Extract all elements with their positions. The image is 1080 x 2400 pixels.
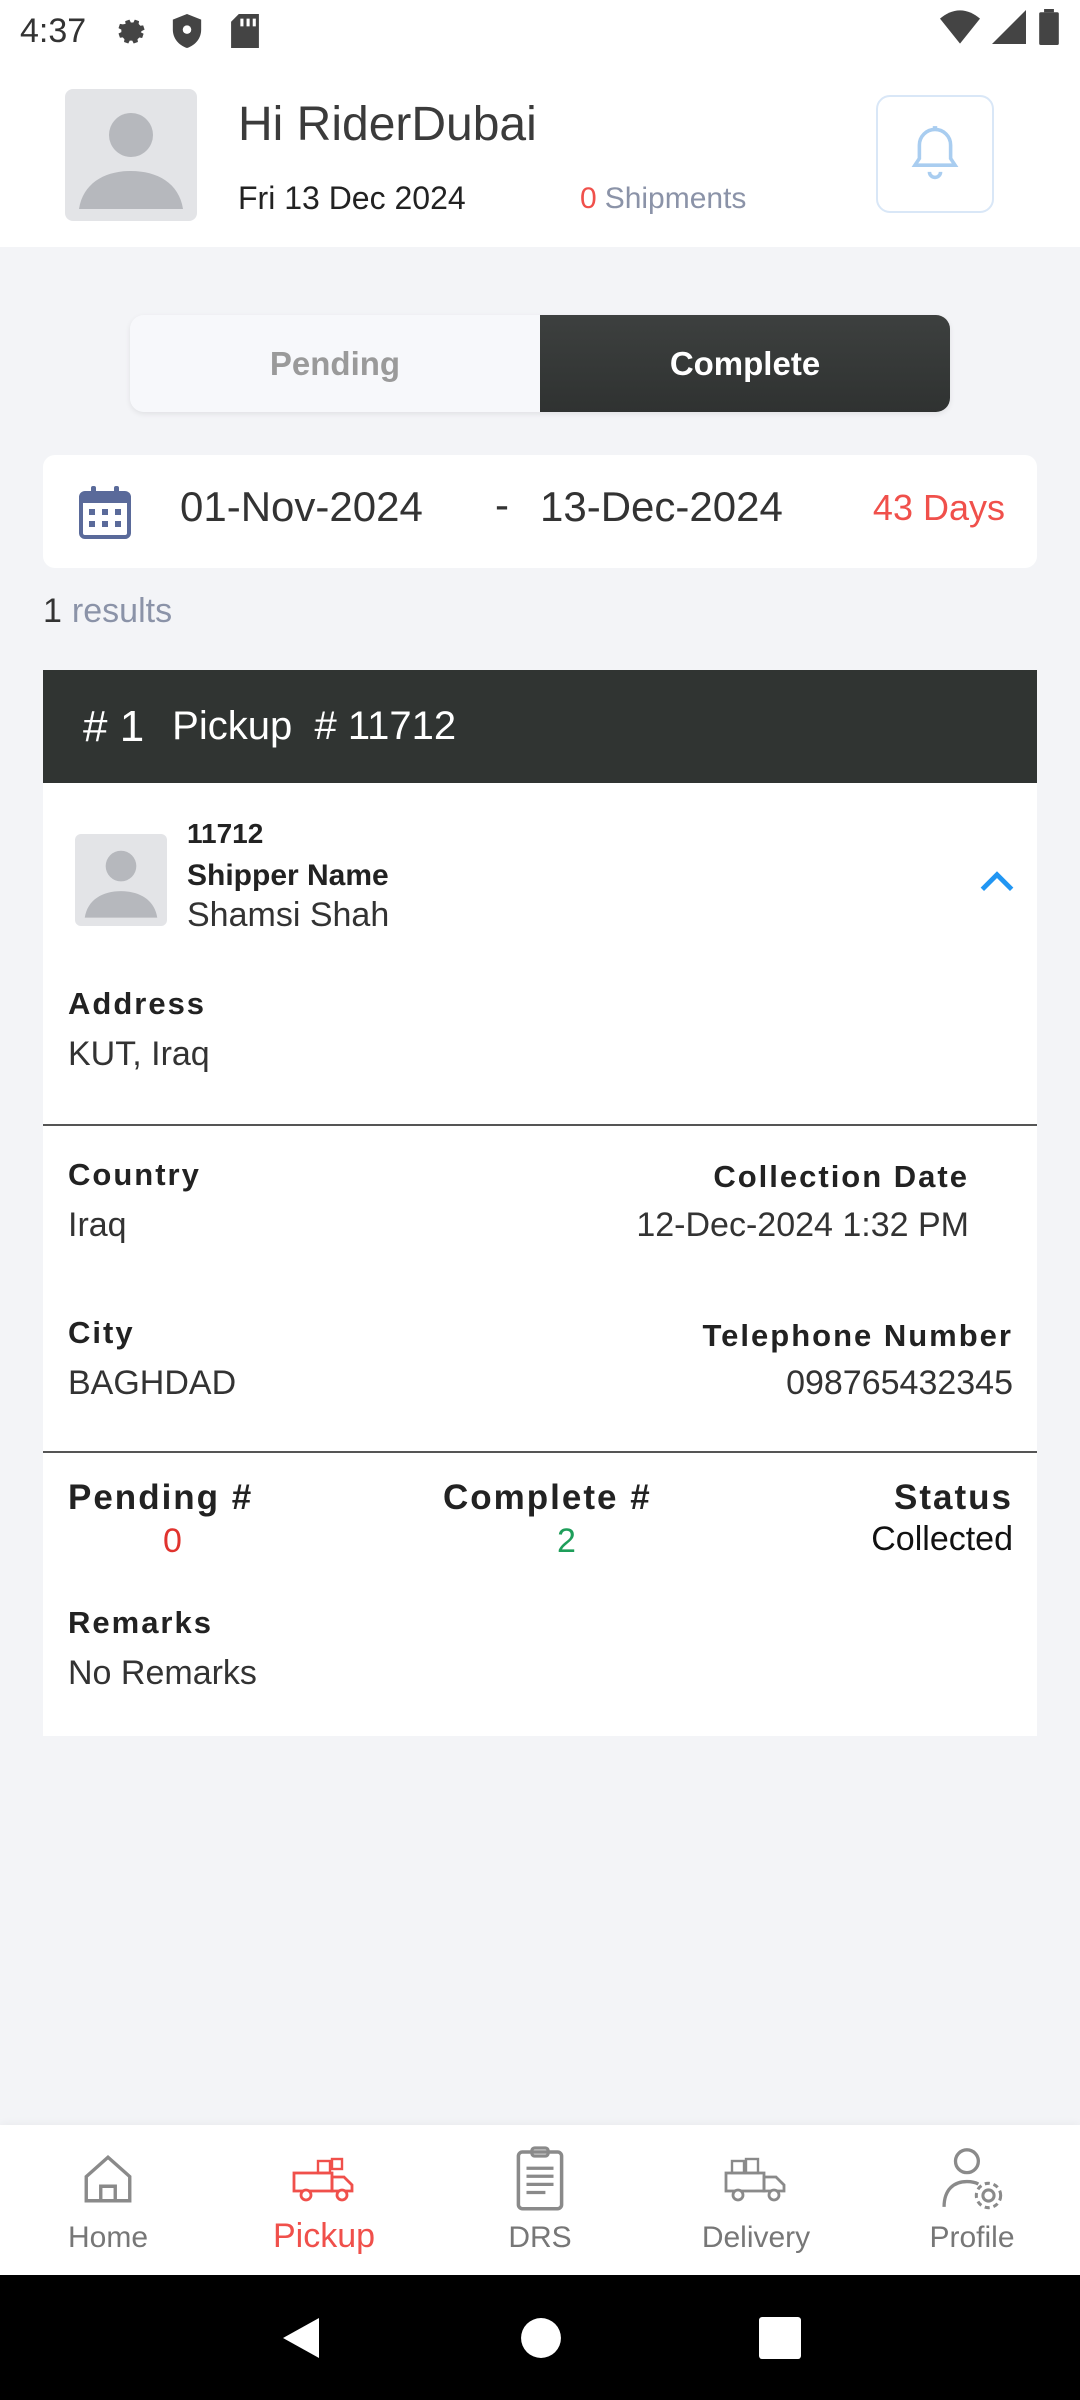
cell-signal-icon bbox=[992, 9, 1026, 53]
wifi-icon bbox=[940, 9, 980, 53]
card-divider bbox=[43, 1124, 1037, 1126]
nav-drs-label: DRS bbox=[508, 2221, 572, 2254]
complete-count-value: 2 bbox=[557, 1522, 576, 1560]
bottom-navigation: Home Pickup DRS Delivery Profile bbox=[0, 2125, 1080, 2275]
range-separator: - bbox=[495, 481, 509, 528]
document-icon bbox=[504, 2143, 576, 2215]
bell-icon bbox=[911, 126, 959, 180]
remarks-label: Remarks bbox=[68, 1605, 213, 1640]
pickup-card-header[interactable]: # 1 Pickup # 11712 bbox=[43, 670, 1037, 783]
settings-status-icon bbox=[112, 14, 146, 48]
shield-status-icon bbox=[170, 14, 204, 48]
range-start-date: 01-Nov-2024 bbox=[180, 483, 423, 530]
collection-date-label: Collection Date bbox=[713, 1159, 969, 1194]
card-divider bbox=[43, 1451, 1037, 1453]
tab-pending[interactable]: Pending bbox=[130, 315, 540, 412]
person-placeholder-icon bbox=[79, 113, 183, 209]
date-range-picker[interactable]: 01-Nov-2024 - 13-Dec-2024 43 Days bbox=[43, 455, 1037, 568]
shipments-label: Shipments bbox=[604, 182, 747, 215]
results-number: 1 bbox=[43, 592, 62, 630]
nav-profile-label: Profile bbox=[929, 2221, 1015, 2254]
telephone-value[interactable]: 098765432345 bbox=[786, 1364, 1013, 1403]
back-icon[interactable] bbox=[279, 2314, 323, 2362]
range-end-date: 13-Dec-2024 bbox=[540, 483, 783, 530]
shipments-summary: 0 Shipments bbox=[580, 182, 746, 216]
greeting-text: Hi RiderDubai bbox=[238, 98, 537, 151]
shipments-count: 0 bbox=[580, 182, 597, 215]
system-navigation-bar bbox=[0, 2275, 1080, 2400]
nav-profile[interactable]: Profile bbox=[864, 2125, 1080, 2275]
home-circle-icon[interactable] bbox=[520, 2317, 562, 2359]
sdcard-status-icon bbox=[228, 14, 262, 48]
pending-count-value: 0 bbox=[163, 1522, 182, 1560]
nav-delivery[interactable]: Delivery bbox=[648, 2125, 864, 2275]
city-value: BAGHDAD bbox=[68, 1364, 237, 1402]
shipper-name: Shamsi Shah bbox=[187, 896, 390, 934]
pending-count-label: Pending # bbox=[68, 1478, 254, 1517]
chevron-up-icon[interactable] bbox=[975, 860, 1019, 904]
nav-home[interactable]: Home bbox=[0, 2125, 216, 2275]
pickup-truck-icon bbox=[288, 2143, 360, 2215]
nav-delivery-label: Delivery bbox=[701, 2221, 811, 2254]
range-days-count: 43 Days bbox=[872, 487, 1005, 528]
status-value: Collected bbox=[871, 1520, 1013, 1558]
calendar-icon bbox=[79, 486, 131, 539]
profile-settings-icon bbox=[936, 2143, 1008, 2215]
user-avatar[interactable] bbox=[65, 89, 197, 221]
shipper-name-label: Shipper Name bbox=[187, 859, 389, 892]
address-label: Address bbox=[68, 986, 207, 1021]
country-label: Country bbox=[68, 1157, 201, 1192]
collection-date-value: 12-Dec-2024 1:32 PM bbox=[636, 1206, 969, 1244]
recents-icon[interactable] bbox=[759, 2316, 802, 2359]
results-count: 1 results bbox=[43, 592, 172, 631]
remarks-value: No Remarks bbox=[68, 1654, 257, 1692]
tab-complete[interactable]: Complete bbox=[540, 315, 950, 412]
shipper-avatar bbox=[75, 834, 167, 926]
battery-icon bbox=[1038, 8, 1060, 54]
current-date: Fri 13 Dec 2024 bbox=[238, 180, 466, 216]
status-label: Status bbox=[894, 1478, 1013, 1517]
country-value: Iraq bbox=[68, 1206, 127, 1244]
complete-count-label: Complete # bbox=[443, 1478, 652, 1517]
person-placeholder-icon bbox=[84, 850, 158, 918]
telephone-label: Telephone Number bbox=[702, 1318, 1013, 1353]
city-label: City bbox=[68, 1315, 135, 1350]
notifications-button[interactable] bbox=[876, 95, 994, 213]
home-icon bbox=[72, 2143, 144, 2215]
shipper-id: 11712 bbox=[187, 818, 264, 849]
nav-pickup-label: Pickup bbox=[272, 2217, 376, 2255]
status-time: 4:37 bbox=[20, 11, 87, 50]
status-bar: 4:37 bbox=[0, 0, 1080, 62]
pickup-index: # 1 bbox=[83, 701, 145, 751]
nav-home-label: Home bbox=[67, 2221, 149, 2254]
delivery-truck-icon bbox=[720, 2143, 792, 2215]
results-label: results bbox=[71, 592, 173, 630]
pickup-card: # 1 Pickup # 11712 11712 Shipper Name Sh… bbox=[43, 670, 1037, 1736]
app-header: Hi RiderDubai Fri 13 Dec 2024 0 Shipments bbox=[0, 62, 1080, 247]
nav-pickup[interactable]: Pickup bbox=[216, 2125, 432, 2275]
status-tabs: Pending Complete bbox=[130, 315, 950, 412]
pickup-title: Pickup # 11712 bbox=[172, 704, 457, 748]
nav-drs[interactable]: DRS bbox=[432, 2125, 648, 2275]
address-value: KUT, Iraq bbox=[68, 1035, 210, 1073]
